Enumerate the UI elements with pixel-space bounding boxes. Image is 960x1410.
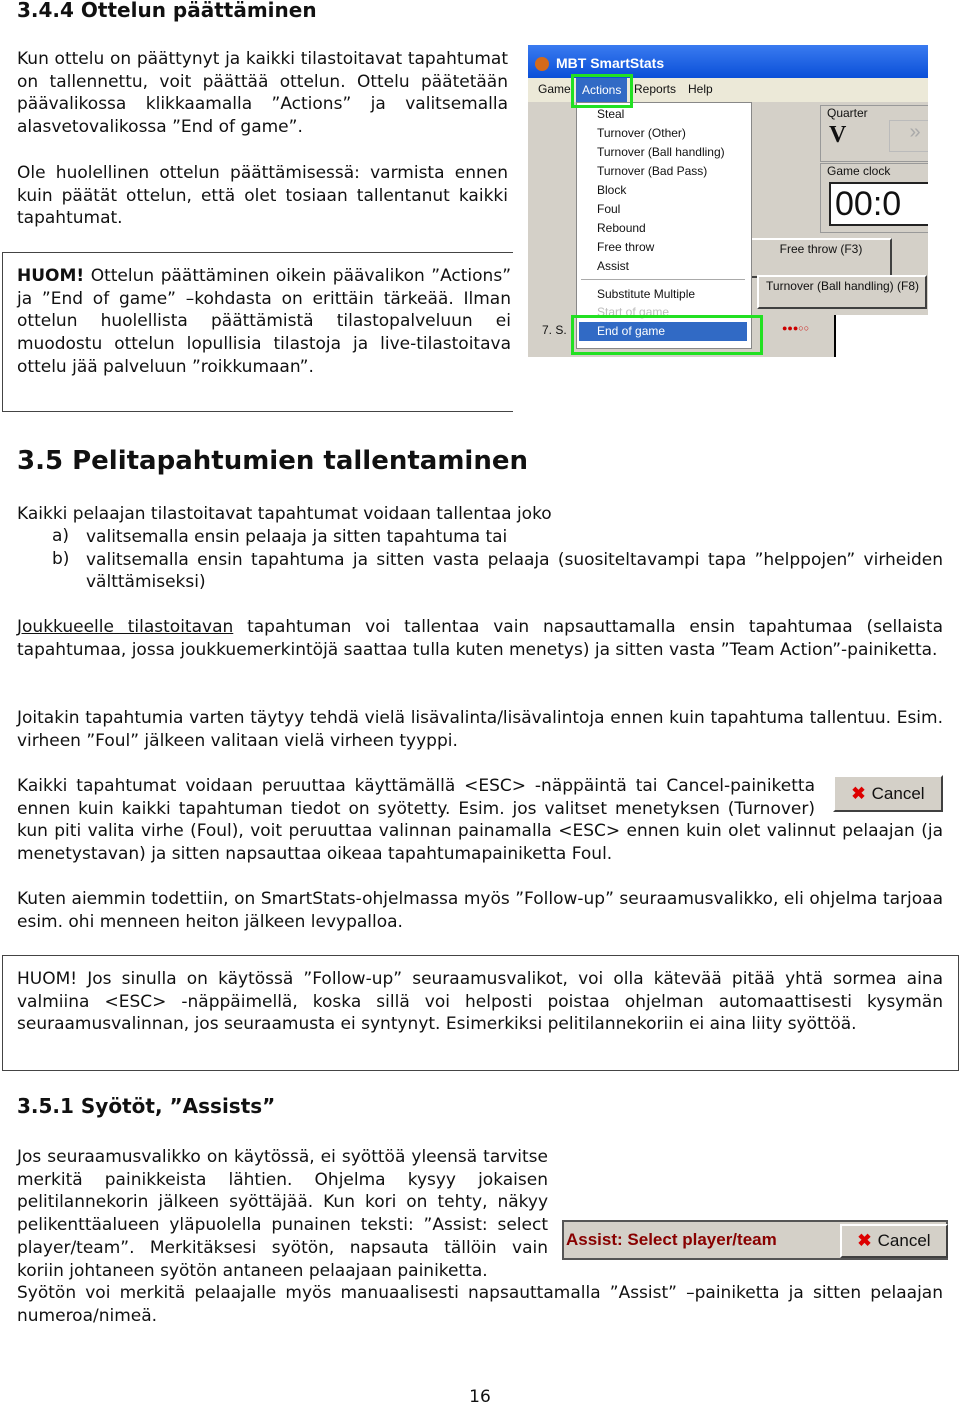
note-box: HUOM! Ottelun päättäminen oikein päävali…	[2, 252, 513, 412]
menu-item-free-throw[interactable]: Free throw	[597, 240, 654, 254]
note-box: HUOM! Jos sinulla on käytössä ”Follow-up…	[2, 955, 959, 1071]
turnover-button[interactable]: Turnover (Ball handling) (F8)	[757, 275, 927, 309]
paragraph: Joukkueelle tilastoitavan tapahtuman voi…	[17, 616, 943, 661]
option-list: a) valitsemalla ensin pelaaja ja sitten t…	[17, 526, 943, 594]
page-number: 16	[469, 1387, 491, 1407]
paragraph: Ole huolellinen ottelun päättämisessä: v…	[17, 163, 508, 229]
menu-item-turnover-bad-pass[interactable]: Turnover (Bad Pass)	[597, 164, 707, 178]
menu-item-rebound[interactable]: Rebound	[597, 221, 646, 235]
court-area	[834, 315, 928, 357]
section-heading-3-4-4: 3.4.4 Ottelun päättäminen	[17, 0, 317, 22]
note-lead: HUOM!	[17, 266, 85, 286]
paragraph: Joitakin tapahtumia varten täytyy tehdä …	[17, 708, 943, 751]
quarter-value: V	[829, 122, 847, 148]
menu-help[interactable]: Help	[688, 82, 713, 96]
next-quarter-button[interactable]: »	[889, 120, 928, 152]
app-title: MBT SmartStats	[556, 55, 665, 71]
list-text: valitsemalla ensin tapahtuma ja sitten v…	[86, 549, 943, 593]
menu-separator	[581, 279, 745, 280]
paragraph: Kaikki pelaajan tilastoitavat tapahtumat…	[17, 504, 552, 524]
paragraph: Jos seuraamusvalikko on käytössä, ei syö…	[17, 1146, 943, 1282]
list-marker: b)	[52, 548, 70, 569]
paragraph: Kaikki tapahtumat voidaan peruuttaa käyt…	[17, 775, 943, 866]
menu-item-steal[interactable]: Steal	[597, 107, 624, 121]
game-clock-panel: Game clock 00:0	[820, 163, 928, 233]
actions-dropdown: Steal Turnover (Other) Turnover (Ball ha…	[576, 102, 752, 349]
document-page: 3.4.4 Ottelun päättäminen Kun ottelu on …	[0, 0, 960, 1410]
menu-item-turnover-ball-handling[interactable]: Turnover (Ball handling)	[597, 145, 725, 159]
menu-item-substitute-multiple[interactable]: Substitute Multiple	[597, 287, 695, 301]
paragraph-text: Kaikki tapahtumat voidaan peruuttaa käyt…	[17, 776, 943, 865]
section-heading-3-5-1: 3.5.1 Syötöt, ”Assists”	[17, 1094, 276, 1118]
menu-item-foul[interactable]: Foul	[597, 202, 620, 216]
menu-item-block[interactable]: Block	[597, 183, 626, 197]
clock-label: Game clock	[827, 164, 891, 178]
foul-indicator: ●●●○○	[782, 323, 810, 333]
list-text: valitsemalla ensin pelaaja ja sitten tap…	[86, 527, 508, 547]
paragraph: Syötön voi merkitä pelaajalle myös manua…	[17, 1283, 943, 1326]
clock-value: 00:0	[829, 182, 928, 226]
highlight-end-of-game	[571, 315, 763, 355]
quarter-panel: Quarter V »	[820, 105, 928, 162]
highlight-actions	[571, 74, 633, 108]
note-body: Ottelun päättäminen oikein päävalikon ”A…	[17, 266, 511, 377]
menu-item-assist[interactable]: Assist	[597, 259, 629, 273]
list-marker: a)	[52, 526, 70, 546]
note-text: HUOM! Jos sinulla on käytössä ”Follow-up…	[17, 969, 943, 1035]
paragraph: Kun ottelu on päättynyt ja kaikki tilast…	[17, 49, 508, 138]
basketball-icon	[535, 57, 549, 71]
app-screenshot: MBT SmartStats Game Actions Reports Help…	[528, 45, 928, 357]
underlined-term: Joukkueelle tilastoitavan	[17, 617, 234, 637]
free-throw-button[interactable]: Free throw (F3)	[750, 238, 892, 278]
player-row-label: 7. S.	[542, 323, 567, 337]
list-item: a) valitsemalla ensin pelaaja ja sitten t…	[17, 526, 943, 549]
quarter-label: Quarter	[827, 106, 868, 120]
section-heading-3-5: 3.5 Pelitapahtumien tallentaminen	[17, 446, 528, 476]
menu-game[interactable]: Game	[538, 82, 571, 96]
menu-item-turnover-other[interactable]: Turnover (Other)	[597, 126, 686, 140]
paragraph: Kuten aiemmin todettiin, on SmartStats-o…	[17, 889, 943, 932]
note-text: HUOM! Ottelun päättäminen oikein päävali…	[17, 265, 511, 379]
menu-reports[interactable]: Reports	[634, 82, 676, 96]
list-item: b) valitsemalla ensin tapahtuma ja sitten…	[17, 549, 943, 594]
